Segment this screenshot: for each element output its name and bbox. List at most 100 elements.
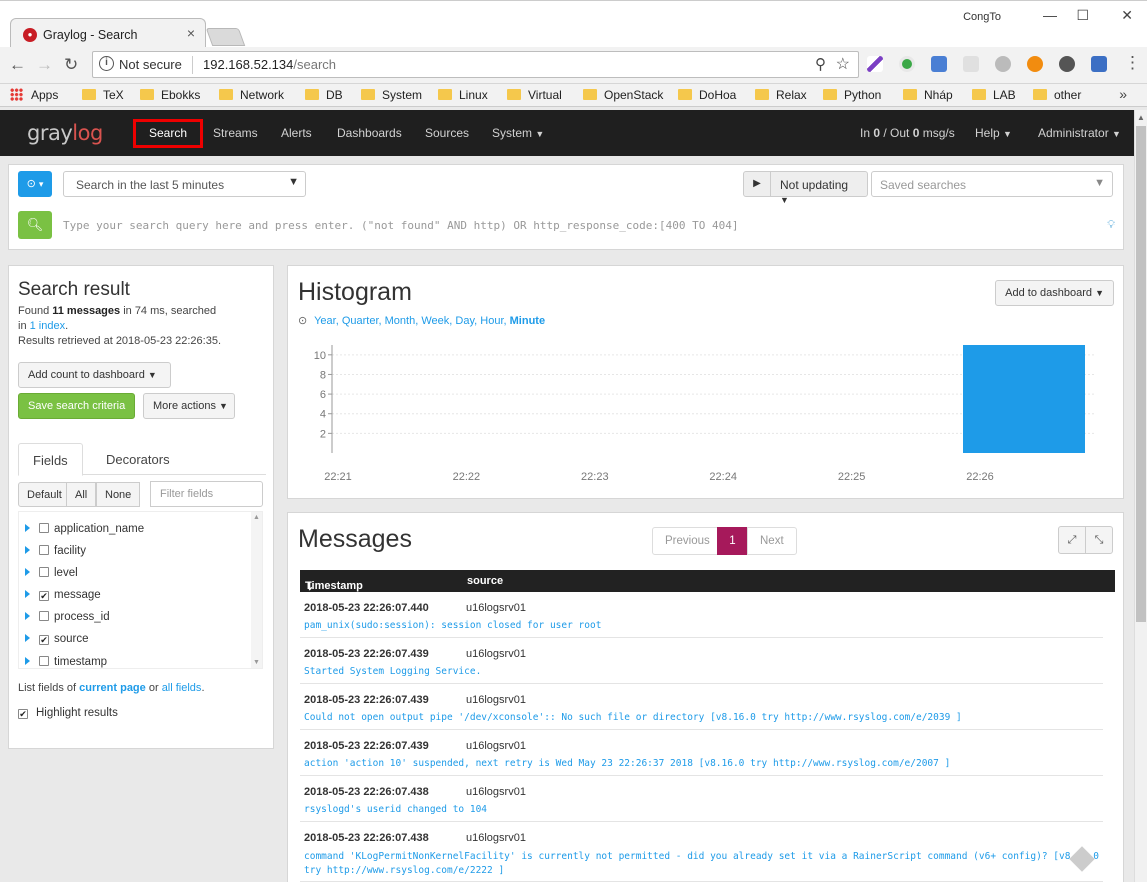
nav-search-highlight[interactable]: Search (133, 119, 203, 148)
nav-streams[interactable]: Streams (213, 126, 258, 140)
tab-decorators[interactable]: Decorators (92, 443, 184, 476)
bookmark-folder[interactable]: Python (823, 88, 881, 102)
bookmark-folder[interactable]: System (361, 88, 422, 102)
address-bar[interactable]: i Not secure 192.168.52.134/search ⚲ ☆ (92, 51, 859, 78)
field-item[interactable]: ✔ source (25, 633, 89, 645)
resolution-day[interactable]: Day (455, 315, 474, 327)
expand-arrow-icon[interactable] (25, 568, 30, 576)
pagination-page-1[interactable]: 1 (717, 527, 748, 555)
table-row[interactable]: 2018-05-23 22:26:07.438 u16logsrv01 rsys… (300, 776, 1103, 822)
resolution-year[interactable]: Year (314, 315, 336, 327)
window-profile-name[interactable]: CongTo (963, 11, 1001, 23)
field-checkbox[interactable] (39, 567, 49, 577)
forward-icon[interactable]: → (36, 55, 53, 75)
resolution-quarter[interactable]: Quarter (342, 315, 379, 327)
field-checkbox-checked[interactable]: ✔ (39, 635, 49, 645)
minimize-icon[interactable]: — (1043, 7, 1057, 23)
bookmark-folder[interactable]: DoHoa (678, 88, 736, 102)
nav-sources[interactable]: Sources (425, 126, 469, 140)
infinity-extension-icon[interactable] (1027, 56, 1043, 72)
bookmark-folder[interactable]: OpenStack (583, 88, 663, 102)
bookmark-folder[interactable]: Ebokks (140, 88, 200, 102)
bookmark-folder[interactable]: Network (219, 88, 284, 102)
saved-searches-select[interactable]: Saved searches ▼ (871, 171, 1113, 197)
field-item[interactable]: timestamp (25, 656, 107, 668)
field-item[interactable]: level (25, 567, 78, 579)
field-item[interactable]: facility (25, 545, 86, 557)
maximize-icon[interactable]: ☐ (1076, 7, 1089, 24)
grey-dot-extension-icon[interactable] (995, 56, 1011, 72)
bookmark-folder[interactable]: Virtual (507, 88, 562, 102)
bookmark-folder[interactable]: LAB (972, 88, 1016, 102)
field-checkbox[interactable] (39, 545, 49, 555)
url-text[interactable]: 192.168.52.134/search (203, 57, 336, 72)
close-tab-icon[interactable]: × (187, 25, 195, 41)
all-fields-link[interactable]: all fields (162, 682, 202, 694)
bookmark-folder[interactable]: Relax (755, 88, 807, 102)
play-icon[interactable]: ▶ (743, 171, 771, 197)
field-checkbox[interactable] (39, 611, 49, 621)
quill-extension-icon[interactable] (867, 56, 883, 72)
nav-help[interactable]: Help ▼ (975, 126, 1012, 140)
expand-arrow-icon[interactable] (25, 657, 30, 665)
nav-user-menu[interactable]: Administrator ▼ (1038, 126, 1121, 140)
filter-default-button[interactable]: Default (18, 482, 71, 507)
more-actions-button[interactable]: More actions ▼ (143, 393, 235, 419)
add-to-dashboard-button[interactable]: Add to dashboard ▼ (995, 280, 1114, 306)
browser-tab[interactable]: ● Graylog - Search × (10, 18, 206, 48)
bookmark-folder[interactable]: DB (305, 88, 343, 102)
sitemap-extension-icon[interactable] (963, 56, 979, 72)
scrollbar-thumb[interactable] (1136, 126, 1146, 622)
resolution-month[interactable]: Month (385, 315, 416, 327)
table-row[interactable]: 2018-05-23 22:26:07.439 u16logsrv01 Coul… (300, 684, 1103, 730)
field-checkbox[interactable] (39, 656, 49, 666)
expand-arrow-icon[interactable] (25, 524, 30, 532)
evernote-extension-icon[interactable] (1059, 56, 1075, 72)
resolution-hour[interactable]: Hour (480, 315, 503, 327)
nav-system[interactable]: System ▼ (492, 126, 544, 140)
info-icon[interactable]: i (99, 56, 114, 71)
collapse-icon[interactable]: ⤡ (1085, 526, 1113, 554)
search-query-input[interactable]: Type your search query here and press en… (63, 219, 739, 232)
bookmark-star-icon[interactable]: ☆ (836, 54, 850, 74)
filter-all-button[interactable]: All (66, 482, 97, 507)
expand-icon[interactable]: ⤢ (1058, 526, 1086, 554)
index-link[interactable]: 1 index (30, 320, 65, 332)
close-window-icon[interactable]: ✕ (1121, 7, 1133, 24)
bookmark-folder[interactable]: TeX (82, 88, 124, 102)
scroll-down-icon[interactable]: ▼ (253, 659, 260, 666)
nav-search[interactable]: Search (136, 122, 200, 144)
field-list-scrollbar[interactable]: ▲ ▼ (251, 512, 262, 668)
zoom-icon[interactable]: ⚲ (815, 55, 826, 73)
menu-icon[interactable]: ⋮ (1124, 53, 1141, 73)
bookmarks-overflow-button[interactable]: » (1119, 86, 1127, 102)
expand-arrow-icon[interactable] (25, 546, 30, 554)
refresh-interval-button[interactable]: Not updating ▼ (770, 171, 868, 205)
grid-extension-icon[interactable] (1091, 56, 1107, 72)
highlight-checkbox-checked[interactable]: ✔ (18, 709, 28, 719)
time-range-select[interactable]: Search in the last 5 minutes ▼ (63, 171, 306, 197)
security-label[interactable]: Not secure (119, 57, 182, 72)
tab-fields[interactable]: Fields (18, 443, 83, 476)
bookmark-folder[interactable]: other (1033, 88, 1081, 102)
scroll-up-icon[interactable]: ▲ (1137, 113, 1145, 122)
reload-icon[interactable]: ↻ (64, 55, 78, 75)
current-page-link[interactable]: current page (79, 682, 146, 694)
column-source[interactable]: source (467, 575, 503, 587)
back-icon[interactable]: ← (9, 55, 26, 75)
green-circle-extension-icon[interactable] (899, 56, 915, 72)
expand-arrow-icon[interactable] (25, 590, 30, 598)
bookmark-apps[interactable]: Apps (10, 88, 58, 102)
page-scrollbar[interactable]: ▲ (1134, 110, 1147, 882)
bookmark-folder[interactable]: Nháp (903, 88, 953, 102)
add-count-to-dashboard-button[interactable]: Add count to dashboard ▼ (18, 362, 171, 388)
expand-arrow-icon[interactable] (25, 612, 30, 620)
table-row[interactable]: 2018-05-23 22:26:07.438 u16logsrv01 comm… (300, 822, 1103, 882)
bookmark-folder[interactable]: Linux (438, 88, 488, 102)
scroll-up-icon[interactable]: ▲ (253, 514, 260, 521)
filter-fields-input[interactable]: Filter fields (150, 481, 263, 507)
save-search-criteria-button[interactable]: Save search criteria (18, 393, 135, 419)
field-checkbox-checked[interactable]: ✔ (39, 591, 49, 601)
search-submit-button[interactable]: 🔍︎ (18, 211, 52, 239)
resolution-minute[interactable]: Minute (510, 315, 545, 327)
